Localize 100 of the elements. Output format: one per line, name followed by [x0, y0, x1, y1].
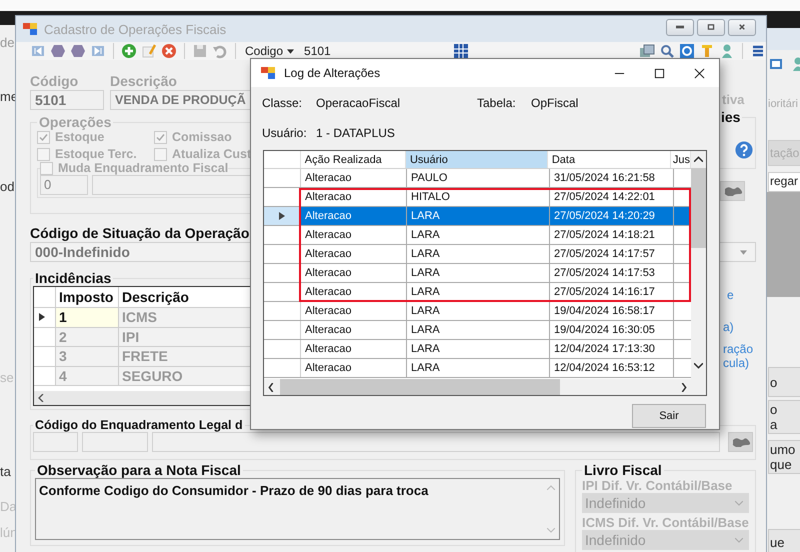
- window-title: Log de Alterações: [284, 66, 382, 80]
- group-title: Livro Fiscal: [583, 462, 663, 478]
- edit-icon[interactable]: [141, 43, 157, 59]
- grid-icon[interactable]: [452, 43, 469, 59]
- scroll-left-icon[interactable]: [38, 394, 44, 402]
- code-field[interactable]: 5101: [30, 90, 104, 110]
- text-field[interactable]: [33, 432, 78, 452]
- checkbox[interactable]: [37, 130, 50, 144]
- vertical-scrollbar[interactable]: [691, 151, 706, 379]
- map-button[interactable]: [728, 432, 753, 452]
- column-header[interactable]: Imposto: [56, 287, 119, 307]
- column-header[interactable]: Usuário: [406, 151, 548, 168]
- row-pointer-icon: [39, 313, 45, 322]
- tab-button[interactable]: regar: [768, 172, 800, 192]
- field-label: ioritári: [768, 98, 798, 110]
- table-cell: Alteracao: [301, 169, 407, 187]
- field-label: IPI Dif. Vr. Contábil/Base: [582, 478, 732, 493]
- help-icon[interactable]: [735, 141, 753, 159]
- table-row[interactable]: Alteracao LARA 19/04/2024 16:58:17: [264, 302, 691, 321]
- table-cell: 4: [56, 366, 119, 385]
- last-record-icon[interactable]: [90, 43, 106, 59]
- horizontal-scrollbar[interactable]: [264, 379, 691, 395]
- close-button[interactable]: [728, 18, 756, 36]
- action-button[interactable]: umo que: [768, 440, 800, 474]
- action-button[interactable]: o: [768, 367, 800, 397]
- caret-icon: [740, 250, 747, 254]
- table-cell: 3: [56, 347, 119, 366]
- app-icon: [260, 65, 276, 81]
- table-cell: LARA: [407, 340, 550, 358]
- search-icon[interactable]: [659, 43, 675, 59]
- map-button[interactable]: [720, 181, 745, 201]
- table-cell: Alteracao: [301, 359, 407, 377]
- table-cell: PAULO: [407, 169, 550, 187]
- table-cell: 19/04/2024 16:30:05: [550, 321, 674, 339]
- checkbox-label: Estoque: [55, 130, 104, 144]
- menu-icon[interactable]: [750, 43, 766, 59]
- table-cell: 12/04/2024 16:53:12: [550, 359, 674, 377]
- table-cell: 31/05/2024 16:21:58: [550, 169, 674, 187]
- refresh-icon[interactable]: [679, 43, 695, 59]
- caret-icon: [287, 48, 294, 54]
- table-row[interactable]: Alteracao LARA 19/04/2024 16:30:05: [264, 321, 691, 340]
- scroll-right-icon[interactable]: [681, 382, 687, 392]
- action-button[interactable]: o a: [768, 400, 800, 434]
- maximize-button[interactable]: [697, 18, 725, 36]
- field-label: Classe:: [262, 96, 304, 110]
- table-cell: LARA: [407, 321, 550, 339]
- search-field-dropdown[interactable]: Codigo: [243, 44, 296, 58]
- field-label: ICMS Dif. Vr. Contábil/Base: [582, 515, 749, 530]
- caret-icon: [735, 538, 743, 542]
- field-label: Usuário:: [262, 126, 308, 140]
- group-title: Incidências: [34, 270, 112, 286]
- app-icon: [22, 21, 38, 37]
- table-row[interactable]: Alteracao LARA 12/04/2024 17:13:30: [264, 340, 691, 359]
- checkbox-label: Muda Enquadramento Fiscal: [58, 161, 228, 175]
- table-cell: LARA: [407, 359, 550, 377]
- text-field[interactable]: [152, 432, 720, 452]
- user-icon[interactable]: [719, 43, 735, 59]
- table-row[interactable]: Alteracao LARA 27/05/2024 14:17:53: [264, 264, 691, 283]
- checkbox-label: Estoque Terc.: [55, 147, 137, 161]
- first-record-icon[interactable]: [30, 43, 46, 59]
- checkbox[interactable]: [40, 162, 53, 174]
- table-row[interactable]: Alteracao LARA 12/04/2024 16:53:12: [264, 359, 691, 378]
- filter-icon[interactable]: [699, 43, 715, 59]
- windows-icon[interactable]: [639, 43, 655, 59]
- table-cell: 12/04/2024 17:13:30: [550, 340, 674, 358]
- table-row[interactable]: Alteracao LARA 27/05/2024 14:16:17: [264, 283, 691, 302]
- add-icon[interactable]: [121, 43, 137, 59]
- table-row[interactable]: Alteracao LARA 27/05/2024 14:17:57: [264, 245, 691, 264]
- delete-icon[interactable]: [161, 43, 177, 59]
- table-cell: Alteracao: [301, 207, 407, 225]
- scroll-down-icon[interactable]: [694, 363, 703, 369]
- action-button[interactable]: ue: [768, 529, 800, 552]
- table-row[interactable]: Alteracao PAULO 31/05/2024 16:21:58: [264, 169, 691, 188]
- text-fragment: de: [0, 35, 14, 51]
- field-value: OperacaoFiscal: [316, 96, 402, 110]
- table-row[interactable]: Alteracao LARA 27/05/2024 14:20:29: [264, 207, 691, 226]
- table-cell: Alteracao: [301, 340, 407, 358]
- minimize-button[interactable]: [666, 18, 694, 36]
- window-icon[interactable]: [768, 56, 784, 72]
- column-header[interactable]: Data: [548, 151, 671, 168]
- scroll-up-icon[interactable]: [694, 156, 703, 162]
- table-cell: 27/05/2024 14:20:29: [550, 207, 674, 225]
- table-cell: LARA: [407, 302, 550, 320]
- save-icon[interactable]: [192, 43, 208, 59]
- undo-icon[interactable]: [212, 43, 228, 59]
- row-pointer-icon: [279, 212, 285, 220]
- checkbox[interactable]: [154, 130, 167, 144]
- group-title: Operações: [38, 114, 112, 130]
- exit-button[interactable]: Sair: [632, 404, 706, 428]
- maximize-icon: [654, 68, 664, 78]
- maximize-icon: [707, 24, 715, 30]
- map-icon: [732, 437, 750, 447]
- section-title: Código de Situação da Operação: [30, 224, 250, 242]
- scroll-left-icon[interactable]: [268, 382, 274, 392]
- text-field[interactable]: [82, 432, 148, 452]
- search-value: 5101: [304, 44, 331, 58]
- checkbox[interactable]: [154, 148, 167, 160]
- table-row[interactable]: Alteracao LARA 27/05/2024 14:18:21: [264, 226, 691, 245]
- checkbox[interactable]: [37, 148, 50, 160]
- map-icon: [724, 186, 742, 196]
